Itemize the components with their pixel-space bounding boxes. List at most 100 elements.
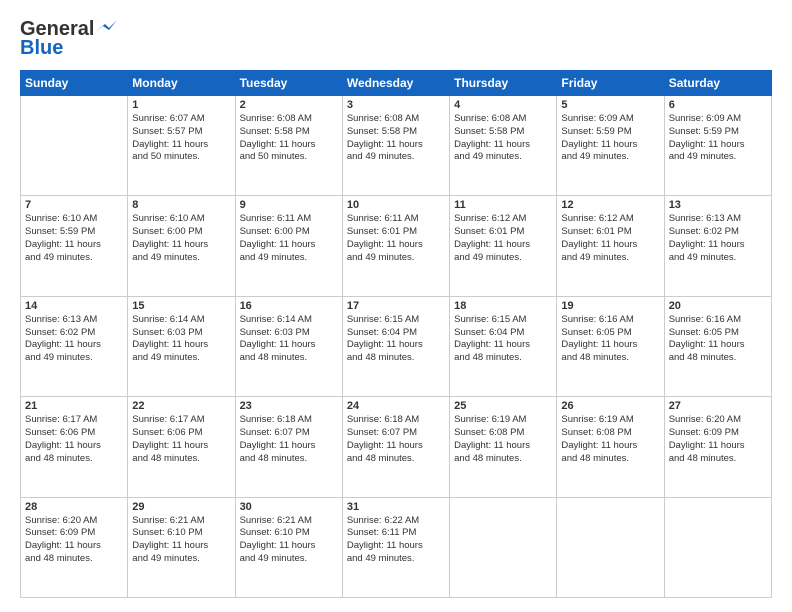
- day-info: Sunrise: 6:15 AMSunset: 6:04 PMDaylight:…: [454, 314, 552, 365]
- calendar-day-cell: [21, 96, 128, 196]
- day-info: Sunrise: 6:19 AMSunset: 6:08 PMDaylight:…: [454, 414, 552, 465]
- day-number: 27: [669, 400, 767, 412]
- day-info: Sunrise: 6:20 AMSunset: 6:09 PMDaylight:…: [25, 515, 123, 566]
- day-info: Sunrise: 6:12 AMSunset: 6:01 PMDaylight:…: [561, 213, 659, 264]
- day-number: 14: [25, 300, 123, 312]
- weekday-header: Sunday: [21, 71, 128, 96]
- day-info: Sunrise: 6:08 AMSunset: 5:58 PMDaylight:…: [347, 113, 445, 164]
- day-info: Sunrise: 6:11 AMSunset: 6:00 PMDaylight:…: [240, 213, 338, 264]
- calendar-week-row: 7Sunrise: 6:10 AMSunset: 5:59 PMDaylight…: [21, 196, 772, 296]
- calendar-week-row: 28 Sunrise: 6:20 AMSunset: 6:09 PMDayligh…: [21, 497, 772, 597]
- calendar-day-cell: [557, 497, 664, 597]
- calendar-week-row: 21 Sunrise: 6:17 AMSunset: 6:06 PMDayligh…: [21, 397, 772, 497]
- calendar-week-row: 14 Sunrise: 6:13 AMSunset: 6:02 PMDayligh…: [21, 296, 772, 396]
- day-info: Sunrise: 6:15 AMSunset: 6:04 PMDaylight:…: [347, 314, 445, 365]
- day-number: 19: [561, 300, 659, 312]
- day-number: 11: [454, 199, 552, 211]
- day-number: 24: [347, 400, 445, 412]
- calendar-day-cell: 5 Sunrise: 6:09 AMSunset: 5:59 PMDaylight…: [557, 96, 664, 196]
- day-info: Sunrise: 6:12 AMSunset: 6:01 PMDaylight:…: [454, 213, 552, 264]
- day-info: Sunrise: 6:20 AMSunset: 6:09 PMDaylight:…: [669, 414, 767, 465]
- logo: General Blue: [20, 18, 117, 60]
- calendar-day-cell: 20 Sunrise: 6:16 AMSunset: 6:05 PMDayligh…: [664, 296, 771, 396]
- day-info: Sunrise: 6:16 AMSunset: 6:05 PMDaylight:…: [669, 314, 767, 365]
- day-number: 10: [347, 199, 445, 211]
- weekday-header: Monday: [128, 71, 235, 96]
- day-info: Sunrise: 6:08 AMSunset: 5:58 PMDaylight:…: [454, 113, 552, 164]
- page: General Blue SundayMondayTuesdayWednesda…: [0, 0, 792, 612]
- day-number: 4: [454, 99, 552, 111]
- calendar-day-cell: 30 Sunrise: 6:21 AMSunset: 6:10 PMDayligh…: [235, 497, 342, 597]
- calendar-day-cell: [450, 497, 557, 597]
- day-number: 5: [561, 99, 659, 111]
- day-number: 1: [132, 99, 230, 111]
- day-number: 31: [347, 501, 445, 513]
- weekday-header: Wednesday: [342, 71, 449, 96]
- day-number: 20: [669, 300, 767, 312]
- day-info: Sunrise: 6:19 AMSunset: 6:08 PMDaylight:…: [561, 414, 659, 465]
- calendar-day-cell: 8 Sunrise: 6:10 AMSunset: 6:00 PMDaylight…: [128, 196, 235, 296]
- day-info: Sunrise: 6:18 AMSunset: 6:07 PMDaylight:…: [240, 414, 338, 465]
- day-number: 3: [347, 99, 445, 111]
- day-number: 13: [669, 199, 767, 211]
- calendar-day-cell: 18 Sunrise: 6:15 AMSunset: 6:04 PMDayligh…: [450, 296, 557, 396]
- day-info: Sunrise: 6:14 AMSunset: 6:03 PMDaylight:…: [240, 314, 338, 365]
- day-info: Sunrise: 6:18 AMSunset: 6:07 PMDaylight:…: [347, 414, 445, 465]
- calendar-day-cell: 1 Sunrise: 6:07 AMSunset: 5:57 PMDaylight…: [128, 96, 235, 196]
- calendar-day-cell: 19 Sunrise: 6:16 AMSunset: 6:05 PMDayligh…: [557, 296, 664, 396]
- day-info: Sunrise: 6:10 AMSunset: 6:00 PMDaylight:…: [132, 213, 230, 264]
- calendar-day-cell: 31 Sunrise: 6:22 AMSunset: 6:11 PMDayligh…: [342, 497, 449, 597]
- calendar-header-row: SundayMondayTuesdayWednesdayThursdayFrid…: [21, 71, 772, 96]
- weekday-header: Tuesday: [235, 71, 342, 96]
- day-number: 9: [240, 199, 338, 211]
- day-number: 17: [347, 300, 445, 312]
- calendar-body: 1 Sunrise: 6:07 AMSunset: 5:57 PMDaylight…: [21, 96, 772, 598]
- calendar-day-cell: 15Sunrise: 6:14 AMSunset: 6:03 PMDayligh…: [128, 296, 235, 396]
- weekday-header: Saturday: [664, 71, 771, 96]
- calendar-day-cell: 24 Sunrise: 6:18 AMSunset: 6:07 PMDayligh…: [342, 397, 449, 497]
- day-number: 2: [240, 99, 338, 111]
- calendar-day-cell: 4 Sunrise: 6:08 AMSunset: 5:58 PMDaylight…: [450, 96, 557, 196]
- day-info: Sunrise: 6:21 AMSunset: 6:10 PMDaylight:…: [240, 515, 338, 566]
- day-info: Sunrise: 6:17 AMSunset: 6:06 PMDaylight:…: [132, 414, 230, 465]
- calendar-day-cell: [664, 497, 771, 597]
- weekday-header: Friday: [557, 71, 664, 96]
- calendar-day-cell: 25 Sunrise: 6:19 AMSunset: 6:08 PMDayligh…: [450, 397, 557, 497]
- calendar-day-cell: 14 Sunrise: 6:13 AMSunset: 6:02 PMDayligh…: [21, 296, 128, 396]
- day-info: Sunrise: 6:13 AMSunset: 6:02 PMDaylight:…: [25, 314, 123, 365]
- calendar-day-cell: 16 Sunrise: 6:14 AMSunset: 6:03 PMDayligh…: [235, 296, 342, 396]
- day-number: 18: [454, 300, 552, 312]
- calendar-day-cell: 23 Sunrise: 6:18 AMSunset: 6:07 PMDayligh…: [235, 397, 342, 497]
- calendar-day-cell: 21 Sunrise: 6:17 AMSunset: 6:06 PMDayligh…: [21, 397, 128, 497]
- calendar-day-cell: 10Sunrise: 6:11 AMSunset: 6:01 PMDayligh…: [342, 196, 449, 296]
- calendar-day-cell: 17 Sunrise: 6:15 AMSunset: 6:04 PMDayligh…: [342, 296, 449, 396]
- day-number: 22: [132, 400, 230, 412]
- calendar-day-cell: 13Sunrise: 6:13 AMSunset: 6:02 PMDayligh…: [664, 196, 771, 296]
- calendar-day-cell: 6 Sunrise: 6:09 AMSunset: 5:59 PMDaylight…: [664, 96, 771, 196]
- day-info: Sunrise: 6:09 AMSunset: 5:59 PMDaylight:…: [561, 113, 659, 164]
- day-info: Sunrise: 6:16 AMSunset: 6:05 PMDaylight:…: [561, 314, 659, 365]
- day-number: 29: [132, 501, 230, 513]
- calendar-day-cell: 11 Sunrise: 6:12 AMSunset: 6:01 PMDayligh…: [450, 196, 557, 296]
- day-number: 23: [240, 400, 338, 412]
- day-info: Sunrise: 6:07 AMSunset: 5:57 PMDaylight:…: [132, 113, 230, 164]
- day-number: 16: [240, 300, 338, 312]
- day-info: Sunrise: 6:14 AMSunset: 6:03 PMDaylight:…: [132, 314, 230, 365]
- weekday-header: Thursday: [450, 71, 557, 96]
- day-info: Sunrise: 6:22 AMSunset: 6:11 PMDaylight:…: [347, 515, 445, 566]
- calendar-table: SundayMondayTuesdayWednesdayThursdayFrid…: [20, 70, 772, 598]
- day-number: 6: [669, 99, 767, 111]
- day-info: Sunrise: 6:09 AMSunset: 5:59 PMDaylight:…: [669, 113, 767, 164]
- calendar-day-cell: 27 Sunrise: 6:20 AMSunset: 6:09 PMDayligh…: [664, 397, 771, 497]
- calendar-day-cell: 29Sunrise: 6:21 AMSunset: 6:10 PMDayligh…: [128, 497, 235, 597]
- day-info: Sunrise: 6:17 AMSunset: 6:06 PMDaylight:…: [25, 414, 123, 465]
- day-number: 25: [454, 400, 552, 412]
- logo-blue: Blue: [20, 37, 63, 60]
- day-number: 30: [240, 501, 338, 513]
- day-number: 21: [25, 400, 123, 412]
- day-number: 28: [25, 501, 123, 513]
- calendar-day-cell: 3 Sunrise: 6:08 AMSunset: 5:58 PMDaylight…: [342, 96, 449, 196]
- day-number: 8: [132, 199, 230, 211]
- calendar-day-cell: 22 Sunrise: 6:17 AMSunset: 6:06 PMDayligh…: [128, 397, 235, 497]
- calendar-week-row: 1 Sunrise: 6:07 AMSunset: 5:57 PMDaylight…: [21, 96, 772, 196]
